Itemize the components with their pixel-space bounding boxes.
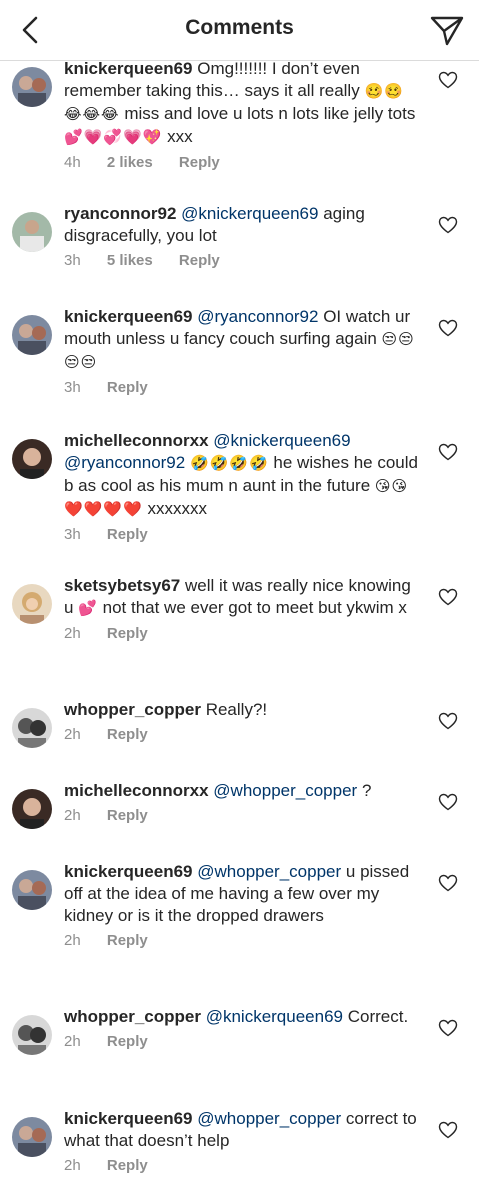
comment-time: 2h xyxy=(64,932,81,949)
comment-username[interactable]: michelleconnorxx xyxy=(64,781,209,800)
reply-button[interactable]: Reply xyxy=(107,526,148,543)
heart-icon[interactable] xyxy=(438,319,458,337)
comment-mention[interactable]: @whopper_copper xyxy=(197,862,341,881)
comment-emoji: 🤣🤣🤣🤣 xyxy=(189,455,269,472)
comment-mention[interactable]: @ryanconnor92 xyxy=(197,307,318,326)
reply-button[interactable]: Reply xyxy=(107,726,148,743)
reply-button[interactable]: Reply xyxy=(179,252,220,269)
comment-username[interactable]: michelleconnorxx xyxy=(64,431,209,450)
heart-icon[interactable] xyxy=(438,588,458,606)
comment-username[interactable]: whopper_copper xyxy=(64,700,201,719)
reply-button[interactable]: Reply xyxy=(179,154,220,171)
reply-button[interactable]: Reply xyxy=(107,1033,148,1050)
reply-button[interactable]: Reply xyxy=(107,1157,148,1174)
comment-username[interactable]: knickerqueen69 xyxy=(64,59,193,78)
avatar[interactable] xyxy=(12,584,52,624)
avatar[interactable] xyxy=(12,67,52,107)
reply-button[interactable]: Reply xyxy=(107,932,148,949)
comment-time: 4h xyxy=(64,154,81,171)
reply-button[interactable]: Reply xyxy=(107,625,148,642)
likes-count[interactable]: 5 likes xyxy=(107,252,153,269)
comment-username[interactable]: knickerqueen69 xyxy=(64,307,193,326)
comment-username[interactable]: whopper_copper xyxy=(64,1007,201,1026)
heart-icon[interactable] xyxy=(438,71,458,89)
comment-emoji: 💕 xyxy=(78,600,98,617)
comment-username[interactable]: knickerqueen69 xyxy=(64,1109,193,1128)
heart-icon[interactable] xyxy=(438,793,458,811)
comment-time: 2h xyxy=(64,625,81,642)
comment-username[interactable]: ryanconnor92 xyxy=(64,204,176,223)
comment-mention[interactable]: @knickerqueen69 xyxy=(206,1007,343,1026)
comment-time: 2h xyxy=(64,1033,81,1050)
comment-username[interactable]: knickerqueen69 xyxy=(64,862,193,881)
avatar[interactable] xyxy=(12,439,52,479)
comment-time: 2h xyxy=(64,726,81,743)
comment-text: xxxxxxx xyxy=(147,499,207,518)
heart-icon[interactable] xyxy=(438,1019,458,1037)
page-title: Comments xyxy=(185,16,294,39)
comment-emoji: 💕💗💞💗💖 xyxy=(64,129,163,146)
comment-time: 2h xyxy=(64,1157,81,1174)
comment-mention[interactable]: @whopper_copper xyxy=(197,1109,341,1128)
comment-mention[interactable]: @whopper_copper xyxy=(213,781,357,800)
heart-icon[interactable] xyxy=(438,1121,458,1139)
comment-time: 3h xyxy=(64,252,81,269)
comment-text: not that we ever got to meet but ykwim x xyxy=(102,598,407,617)
paper-plane-icon[interactable] xyxy=(429,14,465,46)
reply-button[interactable]: Reply xyxy=(107,379,148,396)
comment-username[interactable]: sketsybetsy67 xyxy=(64,576,180,595)
comment-text: ? xyxy=(361,781,372,800)
avatar[interactable] xyxy=(12,315,52,355)
comment-text: Correct. xyxy=(347,1007,409,1026)
header-bar: Comments xyxy=(0,0,479,61)
comment-mention[interactable]: @knickerqueen69 xyxy=(181,204,318,223)
avatar[interactable] xyxy=(12,1015,52,1055)
avatar[interactable] xyxy=(12,789,52,829)
heart-icon[interactable] xyxy=(438,874,458,892)
comment-text: xxx xyxy=(167,127,193,146)
comment-text: Really?! xyxy=(205,700,268,719)
avatar[interactable] xyxy=(12,708,52,748)
heart-icon[interactable] xyxy=(438,216,458,234)
avatar[interactable] xyxy=(12,1117,52,1157)
likes-count[interactable]: 2 likes xyxy=(107,154,153,171)
comment-time: 2h xyxy=(64,807,81,824)
reply-button[interactable]: Reply xyxy=(107,807,148,824)
avatar[interactable] xyxy=(12,870,52,910)
comment-time: 3h xyxy=(64,379,81,396)
comment-text: miss and love u lots n lots like jelly t… xyxy=(124,104,416,123)
heart-icon[interactable] xyxy=(438,443,458,461)
comment-time: 3h xyxy=(64,526,81,543)
avatar[interactable] xyxy=(12,212,52,252)
heart-icon[interactable] xyxy=(438,712,458,730)
